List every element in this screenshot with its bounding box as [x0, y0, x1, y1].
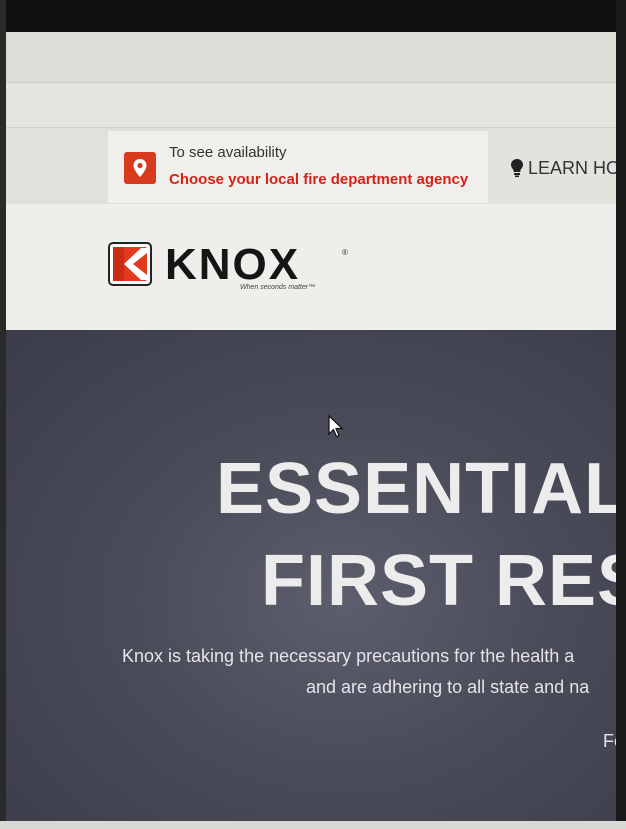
- mouse-cursor-icon: [328, 415, 344, 438]
- monitor-bezel-right: [616, 0, 626, 829]
- knox-logo-wordmark[interactable]: KNOX: [165, 240, 300, 290]
- browser-bookmark-bar: [6, 83, 616, 128]
- agency-selector[interactable]: [108, 131, 488, 203]
- location-pin-icon: [124, 152, 156, 184]
- monitor-bezel-left: [0, 0, 6, 829]
- lightbulb-icon: [511, 159, 523, 178]
- monitor-bezel-top: [0, 0, 626, 32]
- site-header: [6, 204, 616, 330]
- registered-mark: ®: [342, 248, 348, 257]
- brand-tagline: When seconds matter™: [240, 284, 316, 291]
- monitor-bezel-bottom: [0, 821, 626, 829]
- hero-body-line3: Fo: [603, 731, 616, 751]
- hero-body-line1: Knox is taking the necessary precautions…: [122, 646, 575, 666]
- hero-body-line2: and are adhering to all state and na: [306, 677, 590, 697]
- availability-prompt: To see availability: [169, 144, 287, 161]
- browser-toolbar: [6, 32, 616, 83]
- knox-logo-icon[interactable]: [108, 242, 152, 286]
- choose-agency-link[interactable]: Choose your local fire department agency: [169, 171, 468, 188]
- hero-headline-line2: FIRST RESI: [261, 541, 616, 621]
- hero-headline-line1: ESSENTIAL: [216, 449, 616, 529]
- learn-how-label[interactable]: LEARN HOW: [528, 158, 616, 179]
